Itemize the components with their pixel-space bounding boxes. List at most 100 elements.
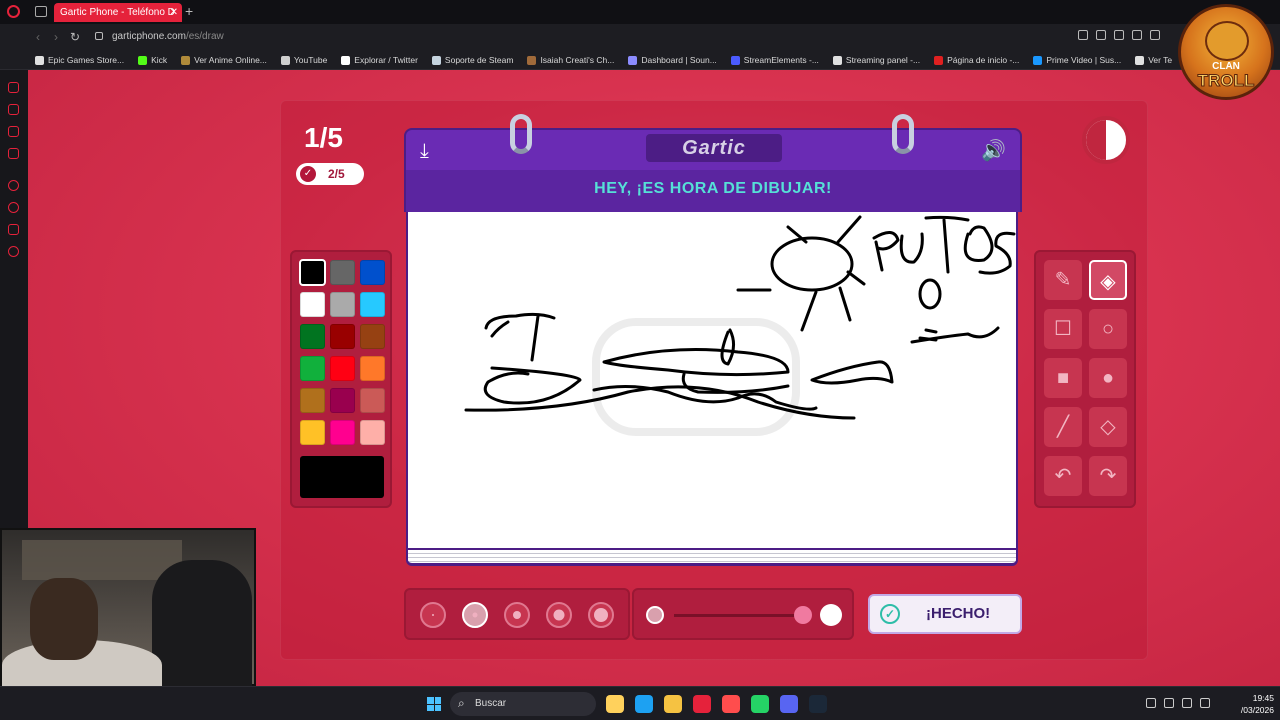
heart-icon[interactable] [1150, 30, 1160, 40]
color-swatch[interactable] [360, 324, 385, 349]
color-swatch[interactable] [330, 388, 355, 413]
volume-icon[interactable]: 🔊 [981, 138, 1006, 163]
back-button[interactable]: ‹ [36, 30, 40, 44]
color-swatch[interactable] [300, 356, 325, 381]
done-button[interactable]: ✓ ¡HECHO! [868, 594, 1022, 634]
taskbar-app-icon[interactable] [780, 695, 798, 713]
taskbar-app-icon[interactable] [664, 695, 682, 713]
history-icon[interactable] [8, 180, 19, 191]
bookmark-item[interactable]: Explorar / Twitter [341, 55, 418, 65]
undo-tool[interactable]: ↶ [1044, 456, 1082, 496]
rectangle-fill-tool[interactable]: ■ [1044, 358, 1082, 398]
network-icon[interactable] [1182, 698, 1192, 708]
bookmark-item[interactable]: YouTube [280, 55, 327, 65]
color-swatch[interactable] [330, 356, 355, 381]
bookmark-item[interactable]: Ver Anime Online... [181, 55, 267, 65]
address-input[interactable]: garticphone.com/es/draw [112, 31, 224, 42]
taskbar-app-icon[interactable] [635, 695, 653, 713]
color-swatch[interactable] [330, 324, 355, 349]
brush-size-option[interactable] [462, 602, 488, 628]
bookmark-favicon-icon [1135, 55, 1145, 65]
troll-text: TROLL [1197, 71, 1255, 91]
taskbar-app-icon[interactable] [751, 695, 769, 713]
color-swatch[interactable] [300, 292, 325, 317]
workspaces-icon[interactable] [8, 126, 19, 137]
windows-start-icon[interactable] [427, 697, 441, 711]
bookmark-item[interactable]: Epic Games Store... [35, 55, 124, 65]
redo-tool[interactable]: ↷ [1089, 456, 1127, 496]
opera-logo-icon[interactable] [7, 5, 20, 18]
bookmark-item[interactable]: Prime Video | Sus... [1033, 55, 1121, 65]
settings-icon[interactable] [8, 246, 19, 257]
color-swatch[interactable] [300, 324, 325, 349]
color-swatch[interactable] [360, 260, 385, 285]
bookmark-item[interactable]: Ver Te [1135, 55, 1172, 65]
downloads-icon[interactable] [8, 224, 19, 235]
bookmark-item[interactable]: StreamElements -... [730, 55, 819, 65]
bookmark-favicon-icon [138, 55, 148, 65]
color-swatch[interactable] [330, 260, 355, 285]
snapshot-icon[interactable] [1096, 30, 1106, 40]
brush-size-option[interactable] [504, 602, 530, 628]
color-swatch[interactable] [360, 420, 385, 445]
shield-icon[interactable] [1114, 30, 1124, 40]
bookmark-item[interactable]: Streaming panel -... [832, 55, 920, 65]
color-swatch[interactable] [300, 388, 325, 413]
opacity-max-icon [820, 604, 842, 626]
bookmark-item[interactable]: Isaiah Creati's Ch... [527, 55, 614, 65]
color-swatch[interactable] [300, 420, 325, 445]
brush-size-option[interactable] [546, 602, 572, 628]
pin-icon[interactable] [1078, 30, 1088, 40]
lock-icon[interactable] [95, 32, 103, 40]
taskbar-app-icon[interactable] [606, 695, 624, 713]
microphone-icon[interactable] [1164, 698, 1174, 708]
brush-size-option[interactable] [588, 602, 614, 628]
clock-icon[interactable] [8, 202, 19, 213]
ellipse-outline-tool[interactable]: ○ [1089, 309, 1127, 349]
download-icon[interactable]: ⤓ [420, 140, 429, 163]
notebook-header: Gartic ⤓ 🔊 HEY, ¡ES HORA DE DIBUJAR! [404, 128, 1022, 212]
pinboard-icon[interactable] [8, 148, 19, 159]
color-swatch[interactable] [299, 259, 326, 286]
reload-button[interactable]: ↻ [70, 30, 80, 44]
taskbar-search[interactable]: ⌕ Buscar [450, 692, 596, 716]
volume-tray-icon[interactable] [1200, 698, 1210, 708]
pencil-tool[interactable]: ✎ [1044, 260, 1082, 300]
tab-overview-icon[interactable] [35, 6, 47, 17]
color-swatch[interactable] [360, 292, 385, 317]
bookmark-item[interactable]: Dashboard | Soun... [628, 55, 717, 65]
ellipse-fill-tool[interactable]: ● [1089, 358, 1127, 398]
opacity-track[interactable] [674, 614, 804, 617]
bookmark-item[interactable]: Kick [138, 55, 167, 65]
color-swatch[interactable] [330, 420, 355, 445]
color-swatch[interactable] [330, 292, 355, 317]
webcam-person-head [30, 578, 98, 660]
play-icon[interactable] [1132, 30, 1142, 40]
drawing-canvas[interactable] [406, 212, 1018, 550]
bucket-tool[interactable]: ◇ [1089, 407, 1127, 447]
rectangle-outline-tool[interactable]: ☐ [1044, 309, 1082, 349]
contrast-toggle-button[interactable] [1082, 116, 1130, 164]
bookmark-item[interactable]: Página de inicio -... [934, 55, 1019, 65]
color-swatch[interactable] [360, 356, 385, 381]
messenger-icon[interactable] [8, 82, 19, 93]
taskbar-app-icon[interactable] [722, 695, 740, 713]
browser-tab-active[interactable]: Gartic Phone - Teléfono D ✕ [54, 3, 182, 22]
opacity-min-icon [646, 606, 664, 624]
new-tab-button[interactable]: + [185, 4, 193, 18]
tab-close-icon[interactable]: ✕ [170, 3, 178, 22]
opacity-thumb[interactable] [794, 606, 812, 624]
taskbar-app-icon[interactable] [693, 695, 711, 713]
browser-tab-bar: Gartic Phone - Teléfono D ✕ + [0, 0, 1280, 24]
eraser-tool[interactable]: ◈ [1089, 260, 1127, 300]
bookmark-item[interactable]: Soporte de Steam [431, 55, 513, 65]
line-tool[interactable]: ╱ [1044, 407, 1082, 447]
taskbar-app-icon[interactable] [809, 695, 827, 713]
color-swatch[interactable] [360, 388, 385, 413]
forward-button[interactable]: › [54, 30, 58, 44]
taskbar-clock[interactable]: 19:45 /03/2026 [1241, 692, 1274, 716]
player-icon[interactable] [8, 104, 19, 115]
opacity-slider[interactable] [632, 588, 854, 640]
chevron-up-icon[interactable] [1146, 698, 1156, 708]
brush-size-option[interactable] [420, 602, 446, 628]
